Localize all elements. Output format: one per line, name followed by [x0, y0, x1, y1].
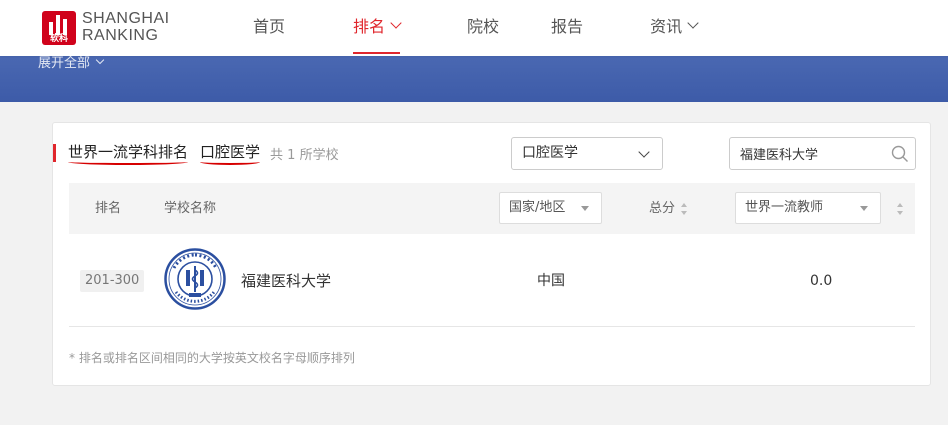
ranking-subject: 口腔医学 [200, 141, 261, 165]
top-navigation-bar: 软科 SHANGHAI RANKING 首页 排名 院校 报告 资讯 [0, 0, 948, 56]
nav-label: 排名 [353, 17, 386, 36]
indicator-sort-button[interactable] [891, 183, 905, 234]
region-filter-dropdown[interactable]: 国家/地区 [499, 192, 602, 224]
nav-item-news[interactable]: 资讯 [650, 0, 699, 56]
ranking-title-row: 世界一流学科排名 口腔医学 共 1 所学校 [53, 141, 339, 165]
logo-line-1: SHANGHAI [82, 10, 170, 27]
nav-item-home[interactable]: 首页 [253, 0, 285, 56]
title-accent-bar [53, 144, 56, 162]
logo-cn-text: 软科 [49, 34, 68, 44]
chevron-down-icon [390, 17, 402, 29]
school-search-input[interactable] [730, 138, 880, 169]
nav-item-universities[interactable]: 院校 [467, 0, 499, 56]
chevron-down-icon [687, 17, 699, 29]
indicator-filter-label: 世界一流教师 [745, 200, 824, 215]
region-filter-label: 国家/地区 [509, 200, 566, 215]
column-total-score[interactable]: 总分 [649, 183, 689, 234]
search-icon[interactable] [891, 145, 909, 163]
total-score-label: 总分 [649, 201, 676, 216]
ranking-footnote: * 排名或排名区间相同的大学按英文校名字母顺序排列 [69, 351, 355, 365]
ranking-title: 世界一流学科排名 [68, 141, 189, 165]
rank-badge: 201-300 [80, 270, 145, 292]
column-school-name: 学校名称 [164, 201, 217, 216]
school-search [729, 137, 916, 170]
table-row: 201-300 福建医科大学 中国 0.0 [69, 234, 915, 327]
chevron-down-icon [638, 146, 650, 158]
main-nav: 首页 排名 院校 报告 资讯 [230, 0, 699, 56]
country-cell: 中国 [537, 273, 565, 289]
nav-item-reports[interactable]: 报告 [551, 0, 583, 56]
page-banner: 展开全部 [0, 55, 948, 102]
nav-item-rankings[interactable]: 排名 [353, 0, 402, 56]
caret-down-icon [860, 206, 868, 211]
indicator-score-cell: 0.0 [810, 273, 833, 289]
table-header: 排名 学校名称 国家/地区 总分 世界一流教师 [69, 183, 915, 234]
caret-down-icon [581, 206, 589, 211]
logo-mark-icon: 软科 [42, 11, 76, 45]
school-count: 共 1 所学校 [270, 147, 339, 163]
shanghai-ranking-logo[interactable]: 软科 SHANGHAI RANKING [42, 10, 170, 46]
chevron-down-icon [95, 55, 105, 65]
sort-icon [897, 202, 905, 215]
subject-select-value: 口腔医学 [522, 145, 578, 161]
logo-line-2: RANKING [82, 27, 159, 44]
column-rank: 排名 [95, 201, 122, 216]
university-name-link[interactable]: 福建医科大学 [241, 270, 331, 292]
nav-label: 首页 [253, 17, 286, 36]
nav-label: 院校 [467, 17, 500, 36]
subject-select[interactable]: 口腔医学 [511, 137, 663, 170]
nav-label: 资讯 [650, 17, 683, 36]
ranking-card: 世界一流学科排名 口腔医学 共 1 所学校 口腔医学 排名 学校名称 国家/地区… [52, 122, 931, 386]
sort-icon [681, 202, 689, 215]
nav-label: 报告 [551, 17, 584, 36]
indicator-filter-dropdown[interactable]: 世界一流教师 [735, 192, 881, 224]
university-emblem-icon[interactable] [164, 248, 226, 310]
